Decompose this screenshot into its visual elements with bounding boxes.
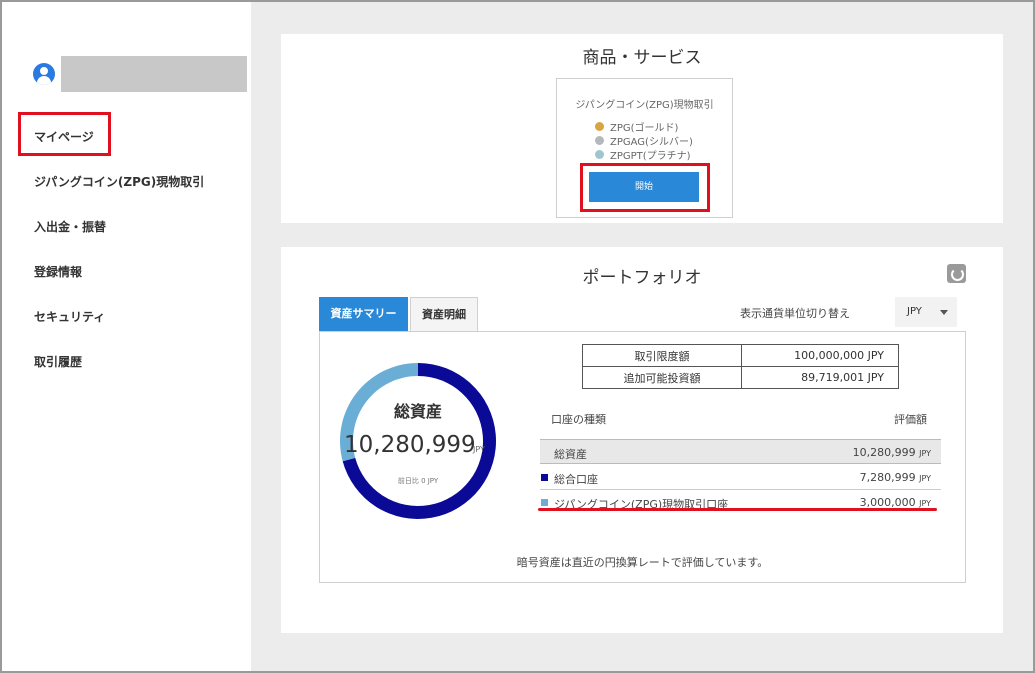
platinum-coin-icon (595, 149, 604, 159)
limit-label: 追加可能投資額 (582, 366, 742, 389)
sidebar (2, 2, 251, 671)
tab-asset-summary[interactable]: 資産サマリー (319, 297, 408, 331)
coin-item-zpgpt: ZPGPT(プラチナ) (595, 147, 693, 162)
account-name: 総合口座 (554, 473, 598, 486)
limit-value: 89,719,001 JPY (741, 366, 899, 389)
highlight-underline-zpg (538, 508, 937, 511)
gold-coin-icon (595, 121, 604, 131)
chevron-down-icon (940, 310, 948, 315)
user-name-redacted (61, 56, 247, 92)
sidebar-item-security[interactable]: セキュリティ (34, 308, 105, 325)
series-marker-general (541, 474, 548, 481)
table-row: 追加可能投資額 89,719,001 JPY (582, 366, 899, 389)
series-marker-zpg (541, 499, 548, 506)
sidebar-item-registration[interactable]: 登録情報 (34, 263, 82, 280)
services-title: 商品・サービス (582, 48, 702, 68)
user-info (33, 56, 247, 92)
total-assets-label: 総資産 (393, 402, 442, 421)
account-name: 総資産 (554, 448, 587, 461)
coin-item-zpgag: ZPGAG(シルバー) (595, 133, 693, 148)
account-row-total: 総資産 10,280,999 JPY (540, 439, 941, 464)
silver-coin-icon (595, 135, 604, 145)
account-type-header: 口座の種類 (551, 413, 606, 426)
total-assets-value: 10,280,999 (344, 432, 476, 458)
highlight-box-mypage (18, 112, 111, 156)
limit-value: 100,000,000 JPY (741, 344, 899, 367)
day-change-label: 前日比 0 JPY (397, 477, 439, 485)
refresh-icon[interactable] (947, 264, 966, 283)
limit-label: 取引限度額 (582, 344, 742, 367)
account-amount: 7,280,999 JPY (859, 471, 931, 484)
valuation-header: 評価額 (894, 413, 927, 426)
service-coin-list: ZPG(ゴールド) ZPGAG(シルバー) ZPGPT(プラチナ) (595, 119, 693, 162)
limits-table: 取引限度額 100,000,000 JPY 追加可能投資額 89,719,001… (582, 344, 899, 389)
coin-item-zpg: ZPG(ゴールド) (595, 119, 693, 134)
valuation-note: 暗号資産は直近の円換算レートで評価しています。 (516, 556, 769, 569)
currency-select[interactable]: JPY (895, 297, 957, 327)
account-row-zpg: ジパングコイン(ZPG)現物取引口座 3,000,000 JPY (540, 490, 941, 515)
currency-switch-label: 表示通貨単位切り替え (740, 307, 850, 320)
sidebar-item-deposit-transfer[interactable]: 入出金・振替 (34, 218, 106, 235)
highlight-box-start (580, 163, 710, 212)
tab-asset-details[interactable]: 資産明細 (410, 297, 478, 331)
account-row-general: 総合口座 7,280,999 JPY (540, 465, 941, 490)
sidebar-item-zpg-trading[interactable]: ジパングコイン(ZPG)現物取引 (34, 173, 204, 190)
table-row: 取引限度額 100,000,000 JPY (582, 344, 899, 367)
currency-select-value: JPY (907, 306, 922, 317)
account-amount: 10,280,999 JPY (852, 446, 931, 459)
user-avatar-icon (33, 63, 55, 85)
total-assets-unit: JPY (473, 445, 485, 454)
service-card-title: ジパングコイン(ZPG)現物取引 (575, 100, 714, 111)
portfolio-title: ポートフォリオ (582, 268, 702, 288)
sidebar-item-history[interactable]: 取引履歴 (34, 353, 82, 370)
